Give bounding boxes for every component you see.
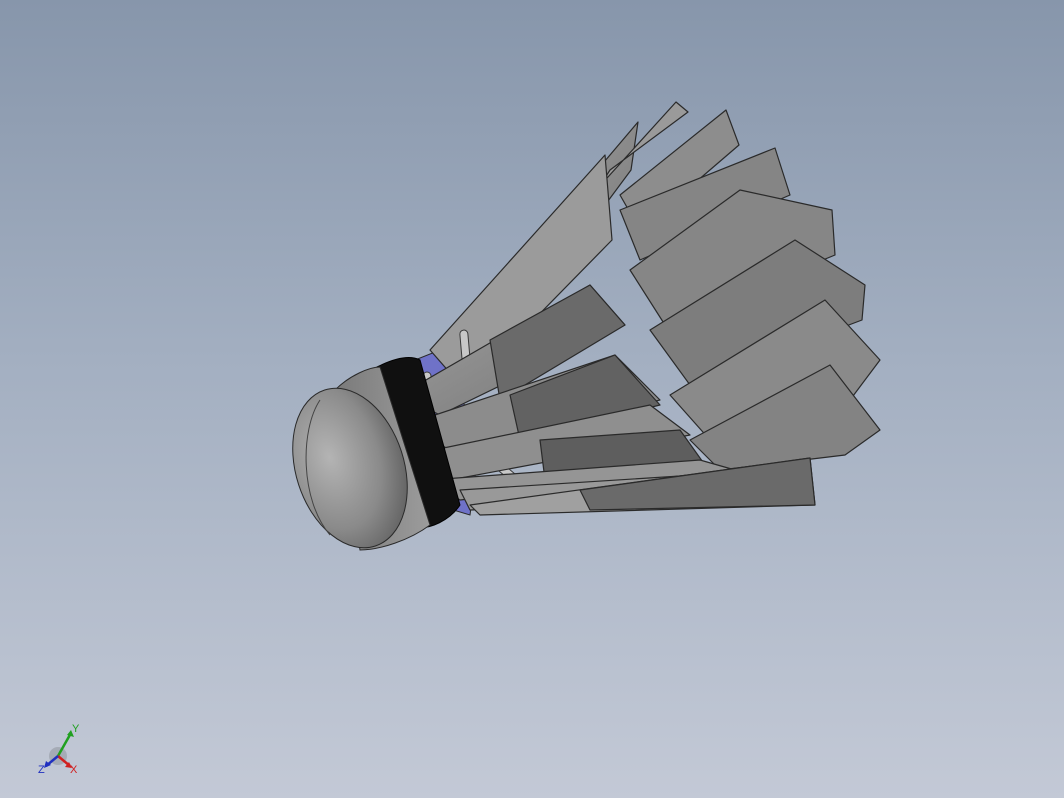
z-axis-label: Z bbox=[38, 764, 45, 774]
y-axis-label: Y bbox=[72, 723, 80, 735]
x-axis-label: X bbox=[70, 764, 78, 774]
shuttlecock-model[interactable] bbox=[0, 0, 1064, 798]
graphics-viewport[interactable]: Y X Z bbox=[0, 0, 1064, 798]
coordinate-triad-icon: Y X Z bbox=[38, 723, 80, 774]
